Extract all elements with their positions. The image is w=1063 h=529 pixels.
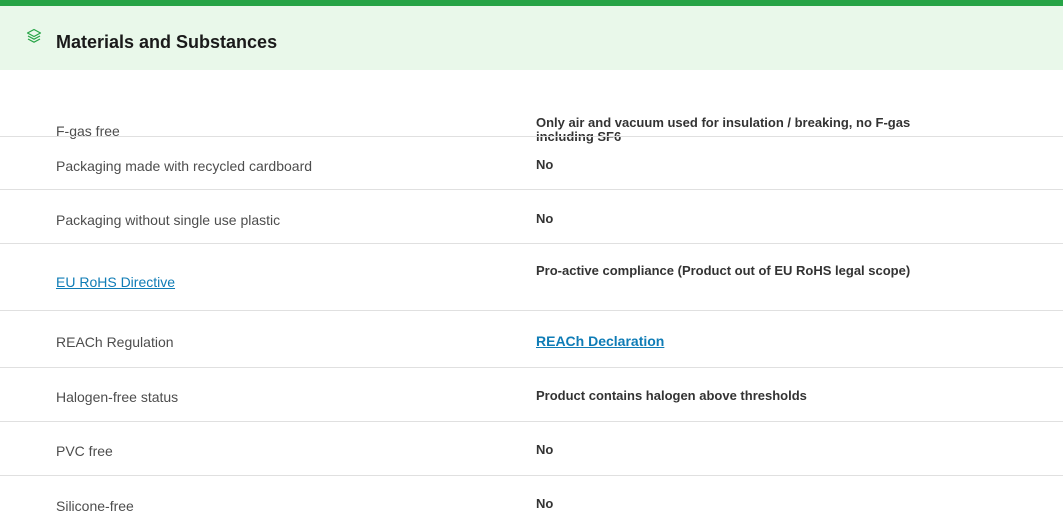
- section-header[interactable]: Materials and Substances: [0, 6, 1063, 70]
- row-label: PVC free: [56, 443, 113, 459]
- row-value: No: [536, 157, 554, 172]
- row-divider: [0, 189, 1063, 190]
- row-divider: [0, 243, 1063, 244]
- row-value: No: [536, 211, 554, 226]
- eu-rohs-directive-link[interactable]: EU RoHS Directive: [56, 274, 175, 290]
- row-label: Packaging made with recycled cardboard: [56, 158, 313, 174]
- row-value: No: [536, 442, 554, 457]
- section-title: Materials and Substances: [56, 32, 278, 52]
- row-value: Product contains halogen above threshold…: [536, 388, 807, 403]
- row-label: REACh Regulation: [56, 334, 174, 350]
- row-label: Silicone-free: [56, 498, 134, 514]
- row-divider: [0, 136, 1063, 137]
- row-divider: [0, 421, 1063, 422]
- row-label: Halogen-free status: [56, 389, 179, 405]
- layers-icon: [26, 28, 42, 44]
- row-value: No: [536, 496, 554, 511]
- row-label: Packaging without single use plastic: [56, 212, 281, 228]
- row-divider: [0, 475, 1063, 476]
- row-value: Pro-active compliance (Product out of EU…: [536, 263, 911, 278]
- row-divider: [0, 367, 1063, 368]
- reach-declaration-link[interactable]: REACh Declaration: [536, 334, 966, 348]
- row-divider: [0, 310, 1063, 311]
- row-value: Only air and vacuum used for insulation …: [536, 115, 911, 144]
